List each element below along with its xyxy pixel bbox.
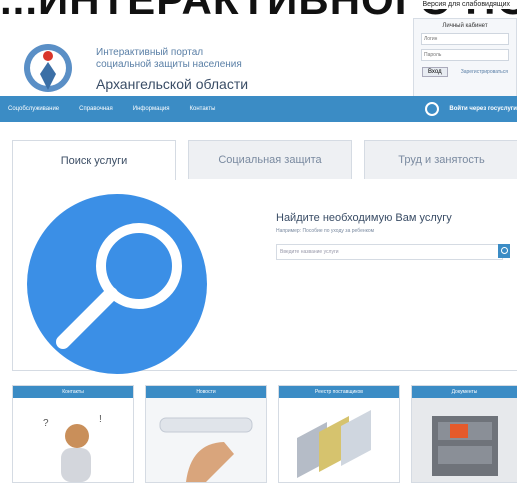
login-field[interactable] xyxy=(421,33,509,45)
brand-line-1: Интерактивный портал xyxy=(96,47,204,58)
accessible-version-link[interactable]: Версия для слабовидящих xyxy=(419,0,513,9)
news-illustration-icon xyxy=(146,398,266,482)
login-title: Личный кабинет xyxy=(442,23,488,29)
panel-subtitle: Например: Пособие по уходу за ребенком xyxy=(276,228,375,234)
tab-service-search[interactable]: Поиск услуги xyxy=(12,140,176,181)
card-title: Реестр поставщиков xyxy=(279,386,399,398)
svg-text:?: ? xyxy=(43,418,49,429)
logo-icon xyxy=(24,44,72,92)
login-box: Личный кабинет Вход Зарегистрироваться xyxy=(413,18,517,100)
card-registry[interactable]: Реестр поставщиков xyxy=(278,385,400,483)
service-search-button[interactable] xyxy=(498,244,510,258)
card-title: Новости xyxy=(146,386,266,398)
register-link[interactable]: Зарегистрироваться xyxy=(461,69,508,75)
tab-social-protection[interactable]: Социальная защита xyxy=(188,140,352,179)
circle-icon xyxy=(425,102,440,116)
gosuslugi-label: Войти через госуслуги xyxy=(449,106,517,112)
card-title: Контакты xyxy=(13,386,133,398)
card-news[interactable]: Новости xyxy=(145,385,267,483)
tab-labor[interactable]: Труд и занятость xyxy=(364,140,517,179)
documents-illustration-icon xyxy=(412,398,517,482)
magnifier-icon xyxy=(56,223,182,349)
gosuslugi-login[interactable]: Войти через госуслуги xyxy=(425,96,517,122)
password-field[interactable] xyxy=(421,49,509,61)
svg-text:!: ! xyxy=(99,414,102,425)
search-icon xyxy=(501,247,508,254)
cards-row: Контакты ? ! Новости Реестр поставщиков … xyxy=(0,385,517,483)
main-nav: Соцобслуживание Справочная Информация Ко… xyxy=(0,96,517,122)
registry-illustration-icon xyxy=(279,398,399,482)
nav-item-reference[interactable]: Справочная xyxy=(79,106,113,112)
search-panel: Найдите необходимую Вам услугу Например:… xyxy=(12,180,517,374)
panel-title: Найдите необходимую Вам услугу xyxy=(276,212,452,224)
brand-line-3: Архангельской области xyxy=(96,76,249,92)
card-documents[interactable]: Документы xyxy=(411,385,517,483)
nav-item-contacts[interactable]: Контакты xyxy=(190,106,216,112)
contacts-illustration-icon: ? ! xyxy=(13,398,133,482)
brand-line-2: социальной защиты населения xyxy=(96,59,242,70)
service-search-input[interactable]: Введите название услуги xyxy=(276,244,503,260)
login-button[interactable]: Вход xyxy=(422,67,448,77)
nav-item-services[interactable]: Соцобслуживание xyxy=(8,106,59,112)
card-title: Документы xyxy=(412,386,517,398)
tabs: Поиск услуги Социальная защита Труд и за… xyxy=(12,140,517,181)
nav-item-info[interactable]: Информация xyxy=(133,106,170,112)
card-contacts[interactable]: Контакты ? ! xyxy=(12,385,134,483)
